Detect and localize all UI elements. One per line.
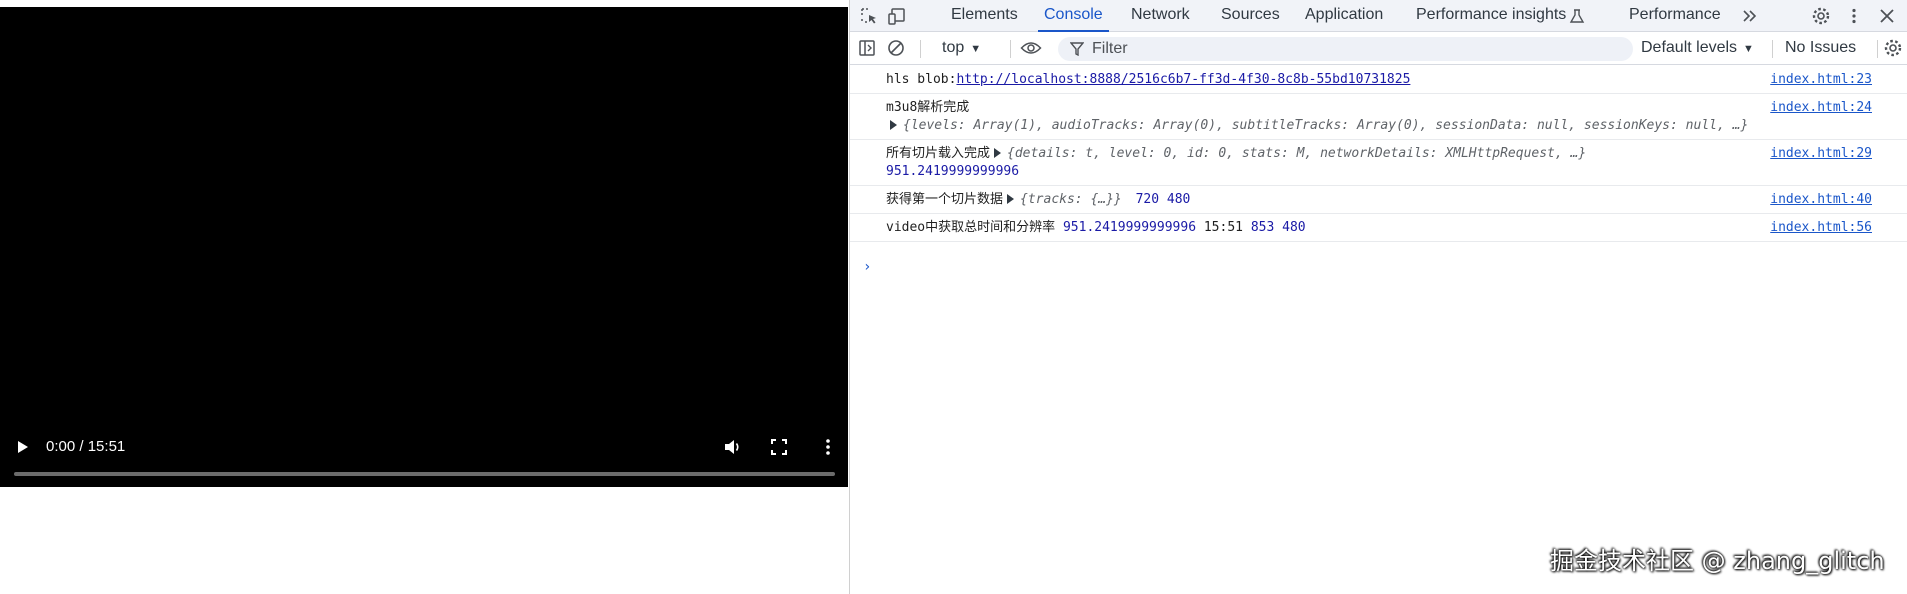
tab-sources[interactable]: Sources (1221, 0, 1280, 32)
context-label: top (942, 39, 965, 56)
expand-triangle-icon[interactable] (1007, 194, 1015, 204)
message-text: 获得第一个切片数据 (886, 192, 1004, 207)
log-levels-dropdown[interactable]: Default levels ▼ (1641, 39, 1754, 57)
settings-gear-icon[interactable] (1810, 5, 1832, 27)
log-levels-label: Default levels (1641, 39, 1738, 56)
toolbar-divider (1010, 40, 1011, 58)
message-text: m3u8解析完成 (886, 100, 970, 115)
issues-counter[interactable]: No Issues (1785, 39, 1856, 57)
more-options-icon[interactable] (818, 437, 838, 457)
more-tabs-icon[interactable] (1739, 5, 1761, 27)
message-text: video中获取总时间和分辨率 (886, 220, 1056, 235)
console-output: hls blob:http://localhost:8888/2516c6b7-… (850, 66, 1907, 594)
devtools-tabbar: Elements Console Network Sources Applica… (850, 0, 1907, 32)
console-prompt-chevron-icon[interactable]: › (863, 259, 871, 275)
clear-console-icon[interactable] (885, 37, 907, 59)
message-text: 所有切片载入完成 (886, 146, 991, 161)
caret-down-icon: ▼ (1743, 43, 1754, 55)
play-icon[interactable] (14, 439, 30, 455)
flask-icon (1566, 5, 1588, 27)
tab-network[interactable]: Network (1131, 0, 1190, 32)
video-player[interactable]: 0:00 / 15:51 (0, 7, 848, 487)
video-controls: 0:00 / 15:51 (0, 427, 848, 487)
object-preview[interactable]: {tracks: {…}} (1020, 192, 1122, 207)
volume-icon[interactable] (722, 437, 742, 457)
toolbar-divider (1877, 40, 1878, 58)
number-value: 720 480 (1135, 192, 1191, 207)
number-value: 951.2419999999996 (886, 164, 1020, 179)
console-message: 所有切片载入完成 {details: t, level: 0, id: 0, st… (850, 140, 1907, 186)
filter-placeholder: Filter (1092, 40, 1128, 57)
message-link[interactable]: http://localhost:8888/2516c6b7-ff3d-4f30… (956, 72, 1410, 87)
tab-application[interactable]: Application (1305, 0, 1383, 32)
source-link[interactable]: index.html:23 (1770, 71, 1872, 89)
console-toolbar: top ▼ Filter Default levels ▼ No Issues (850, 32, 1907, 65)
toolbar-divider (920, 40, 921, 58)
source-link[interactable]: index.html:29 (1770, 145, 1872, 163)
number-value: 951.2419999999996 (1062, 220, 1197, 235)
console-message: video中获取总时间和分辨率 951.2419999999996 15:51 … (850, 214, 1907, 242)
object-preview[interactable]: {levels: Array(1), audioTracks: Array(0)… (903, 118, 1748, 133)
tab-console[interactable]: Console (1038, 0, 1109, 32)
source-link[interactable]: index.html:56 (1770, 219, 1872, 237)
kebab-menu-icon[interactable] (1843, 5, 1865, 27)
source-link[interactable]: index.html:40 (1770, 191, 1872, 209)
inspect-element-icon[interactable] (858, 5, 880, 27)
console-message: m3u8解析完成 {levels: Array(1), audioTracks:… (850, 94, 1907, 140)
number-value: 853 480 (1250, 220, 1306, 235)
filter-funnel-icon (1070, 42, 1084, 56)
console-settings-gear-icon[interactable] (1882, 37, 1904, 59)
tab-elements[interactable]: Elements (951, 0, 1018, 32)
device-toolbar-icon[interactable] (886, 5, 908, 27)
console-message: hls blob:http://localhost:8888/2516c6b7-… (850, 66, 1907, 94)
object-preview[interactable]: {details: t, level: 0, id: 0, stats: M, … (1007, 146, 1586, 161)
source-link[interactable]: index.html:24 (1770, 99, 1872, 117)
filter-input[interactable]: Filter (1058, 37, 1633, 61)
time-separator: / (75, 438, 88, 455)
video-time: 0:00 / 15:51 (46, 438, 125, 455)
context-selector[interactable]: top ▼ (942, 39, 981, 57)
string-value: 15:51 (1203, 220, 1243, 235)
live-expression-eye-icon[interactable] (1020, 37, 1042, 59)
expand-triangle-icon[interactable] (994, 148, 1002, 158)
expand-triangle-icon[interactable] (890, 120, 897, 130)
fullscreen-icon[interactable] (769, 437, 789, 457)
video-progress-bar[interactable] (14, 472, 835, 476)
tab-performance[interactable]: Performance (1629, 0, 1721, 32)
console-message: 获得第一个切片数据 {tracks: {…}} 720 480 index.htm… (850, 186, 1907, 214)
tab-performance-insights[interactable]: Performance insights (1416, 0, 1566, 32)
current-time: 0:00 (46, 438, 76, 455)
watermark: 掘金技术社区 @ zhang_glitch (1550, 547, 1885, 575)
close-devtools-icon[interactable] (1876, 5, 1898, 27)
toolbar-divider (1772, 40, 1773, 58)
sidebar-toggle-icon[interactable] (856, 37, 878, 59)
devtools-panel: Elements Console Network Sources Applica… (849, 0, 1907, 594)
duration: 15:51 (87, 438, 126, 455)
caret-down-icon: ▼ (970, 43, 982, 55)
message-text: hls blob: (886, 72, 957, 87)
